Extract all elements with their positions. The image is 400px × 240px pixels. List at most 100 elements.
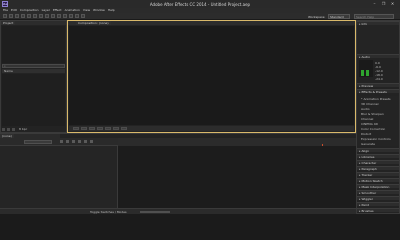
paragraph-label: Paragraph — [361, 167, 377, 171]
composition-controls-bar — [69, 126, 354, 131]
effect-category[interactable]: 3D Channel — [361, 102, 379, 106]
view-layout-select[interactable] — [121, 127, 127, 130]
timeline-footer: Toggle Switches / Modes — [0, 208, 356, 214]
project-preview-area — [2, 26, 65, 63]
timeline-zoom-slider[interactable] — [140, 211, 170, 213]
new-composition-icon[interactable] — [12, 127, 15, 131]
project-column-header[interactable]: Name — [2, 69, 65, 73]
motion-blur-icon[interactable] — [84, 140, 87, 143]
timeline-panel: (none) Toggle Switches / Modes — [0, 133, 356, 214]
layer-outline-area[interactable] — [0, 146, 118, 209]
hand-tool-icon[interactable] — [9, 14, 13, 18]
camera-tool-icon[interactable] — [27, 14, 31, 18]
info-panel-body — [357, 25, 399, 54]
title-bar: Ae Adobe After Effects CC 2014 - Untitle… — [0, 0, 400, 8]
interpret-footage-icon[interactable] — [2, 127, 5, 131]
workspace-select[interactable]: Standard — [328, 14, 350, 19]
timeline-ruler[interactable] — [118, 138, 356, 146]
effect-category[interactable]: Channel — [361, 117, 373, 121]
magnification-select[interactable] — [73, 127, 79, 130]
region-of-interest-icon[interactable] — [97, 127, 103, 130]
effect-category[interactable]: CINEMA 4D — [361, 122, 378, 126]
grid-toggle-icon[interactable] — [81, 127, 87, 130]
workspace-label: Workspace: — [308, 15, 326, 19]
project-column-name: Name — [4, 69, 13, 73]
wiggler-label: Wiggler — [361, 197, 373, 201]
layer-bars-area[interactable] — [118, 146, 356, 209]
project-items-list[interactable] — [2, 74, 65, 126]
timeline-search-input[interactable] — [24, 140, 52, 144]
motion-sketch-label: Motion Sketch — [361, 179, 383, 183]
minimize-button[interactable]: – — [371, 1, 378, 6]
shy-layers-icon[interactable] — [72, 140, 75, 143]
wiggler-panel-tab[interactable]: ▸ Wiggler — [357, 196, 399, 201]
composition-panel: Composition: (none) — [67, 20, 356, 133]
brush-tool-icon[interactable] — [57, 14, 61, 18]
mask-interpolation-label: Mask Interpolation — [361, 185, 390, 189]
audio-label: Audio — [361, 55, 370, 59]
pan-behind-tool-icon[interactable] — [33, 14, 37, 18]
shape-tool-icon[interactable] — [39, 14, 43, 18]
comp-mini-flowchart-icon[interactable] — [60, 140, 63, 143]
pen-tool-icon[interactable] — [45, 14, 49, 18]
motion-sketch-panel-tab[interactable]: ▸ Motion Sketch — [357, 178, 399, 183]
paragraph-panel-tab[interactable]: ▸ Paragraph — [357, 166, 399, 171]
preview-label: Preview — [361, 84, 374, 88]
smoother-panel-tab[interactable]: ▸ Smoother — [357, 190, 399, 195]
libraries-panel-tab[interactable]: ▸ Libraries — [357, 154, 399, 159]
mask-interpolation-panel-tab[interactable]: ▸ Mask Interpolation — [357, 184, 399, 189]
audio-meter-left — [361, 70, 364, 76]
search-help-input[interactable]: Search Help — [354, 14, 394, 19]
effect-category[interactable]: Color Correction — [361, 127, 385, 131]
libraries-label: Libraries — [361, 155, 375, 159]
effect-category[interactable]: Audio — [361, 107, 370, 111]
tab-composition[interactable]: Composition: (none) — [76, 21, 111, 25]
audio-meter-box — [359, 60, 373, 77]
puppet-tool-icon[interactable] — [81, 14, 85, 18]
effects-presets-panel-tab[interactable]: ▸ Effects & Presets — [357, 89, 399, 94]
draft-3d-icon[interactable] — [66, 140, 69, 143]
rotate-tool-icon[interactable] — [21, 14, 25, 18]
graph-editor-icon[interactable] — [90, 140, 93, 143]
search-icon: ⌕ — [4, 64, 6, 68]
brushes-label: Brushes — [361, 209, 374, 213]
preview-panel-tab[interactable]: ▸ Preview — [357, 83, 399, 88]
project-panel: Project ⌕ Name 8 bpc — [0, 20, 67, 133]
effect-category[interactable]: Blur & Sharpen — [361, 112, 384, 116]
paint-panel-tab[interactable]: ▸ Paint — [357, 202, 399, 207]
eraser-tool-icon[interactable] — [69, 14, 73, 18]
close-button[interactable]: ✕ — [389, 1, 396, 6]
tracker-panel-tab[interactable]: ▸ Tracker — [357, 172, 399, 177]
align-label: Align — [361, 149, 369, 153]
effect-category[interactable]: * Animation Presets — [361, 97, 391, 101]
bit-depth-label[interactable]: 8 bpc — [19, 127, 27, 131]
tab-project[interactable]: Project — [1, 21, 16, 25]
transparency-grid-icon[interactable] — [105, 127, 111, 130]
tracker-label: Tracker — [361, 173, 373, 177]
align-panel-tab[interactable]: ▸ Align — [357, 148, 399, 153]
zoom-tool-icon[interactable] — [15, 14, 19, 18]
clone-stamp-tool-icon[interactable] — [63, 14, 67, 18]
audio-meter-right — [366, 70, 369, 76]
new-folder-icon[interactable] — [7, 127, 10, 131]
selection-tool-icon[interactable] — [3, 14, 7, 18]
effect-category[interactable]: Expression Controls — [361, 137, 391, 141]
tools-panel: Workspace: Standard Search Help — [0, 13, 400, 20]
resolution-select[interactable] — [89, 127, 95, 130]
paint-label: Paint — [361, 203, 369, 207]
roto-brush-tool-icon[interactable] — [75, 14, 79, 18]
audio-panel-tab[interactable]: ▸ Audio — [357, 54, 399, 59]
frame-blending-icon[interactable] — [78, 140, 81, 143]
brushes-panel-tab[interactable]: ▸ Brushes — [357, 208, 399, 213]
composition-viewer[interactable] — [69, 26, 354, 125]
maximize-button[interactable]: ❐ — [380, 1, 387, 6]
project-search-input[interactable]: ⌕ — [2, 64, 65, 68]
audio-level-4: -24.0 — [375, 77, 383, 81]
effect-category[interactable]: Generate — [361, 142, 375, 146]
toggle-switches-modes[interactable]: Toggle Switches / Modes — [90, 210, 127, 214]
right-panels-column: ▸ Info ▸ Audio 0.0 -6.0 -12.0 -18.0 -24.… — [356, 20, 400, 214]
camera-view-select[interactable] — [113, 127, 119, 130]
character-panel-tab[interactable]: ▸ Character — [357, 160, 399, 165]
type-tool-icon[interactable] — [51, 14, 55, 18]
effect-category[interactable]: Distort — [361, 132, 371, 136]
